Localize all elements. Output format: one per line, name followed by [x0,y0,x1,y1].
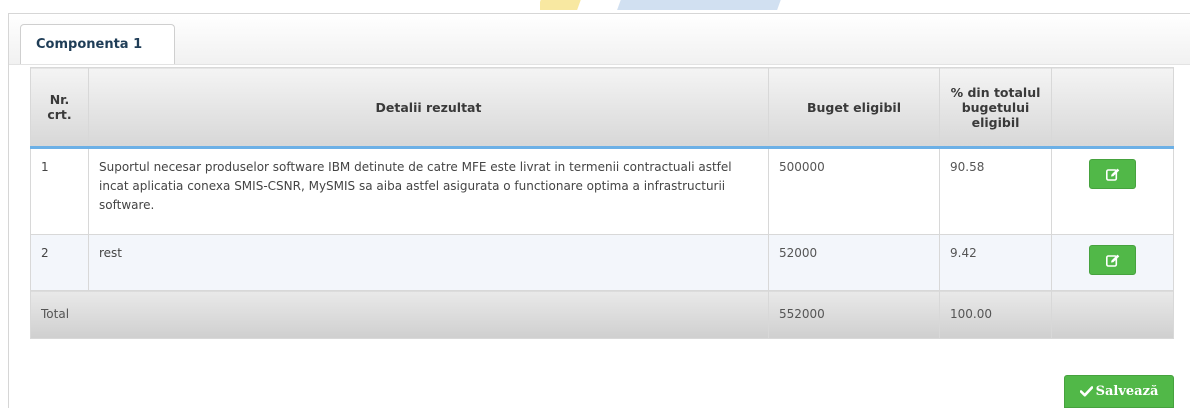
header-procent-buget: % din totalul bugetului eligibil [939,67,1052,149]
row-action-cell [1051,147,1174,235]
pencil-square-icon [1106,168,1120,181]
tab-componenta-1[interactable]: Componenta 1 [20,24,175,64]
save-button-label: Salvează [1095,384,1159,399]
row-details: Suportul necesar produselor software IBM… [88,147,769,235]
total-empty-cell [1051,290,1174,339]
save-button[interactable]: Salvează [1064,375,1174,408]
results-table: Nr. crt. Detalii rezultat Buget eligibil… [30,67,1174,339]
total-row: Total 552000 100.00 [30,290,1174,339]
row-nr: 2 [30,234,89,291]
header-detalii-rezultat: Detalii rezultat [88,67,769,149]
row-budget: 500000 [768,147,940,235]
table-row: 1 Suportul necesar produselor software I… [30,147,1174,235]
logo-strip [540,0,800,10]
table-row: 2 rest 52000 9.42 [30,234,1174,291]
header-buget-eligibil: Buget eligibil [768,67,940,149]
row-nr: 1 [30,147,89,235]
row-percent: 9.42 [939,234,1052,291]
check-icon [1079,386,1093,397]
row-percent: 90.58 [939,147,1052,235]
row-action-cell [1051,234,1174,291]
header-nr-crt: Nr. crt. [30,67,89,149]
pencil-square-icon [1106,254,1120,267]
row-budget: 52000 [768,234,940,291]
tab-bar: Componenta 1 [9,14,1190,65]
edit-button[interactable] [1089,245,1136,275]
table-header-row: Nr. crt. Detalii rezultat Buget eligibil… [30,67,1174,149]
row-details: rest [88,234,769,291]
total-budget: 552000 [768,290,940,339]
header-actions [1051,67,1174,149]
total-label: Total [30,290,769,339]
total-percent: 100.00 [939,290,1052,339]
edit-button[interactable] [1089,159,1136,189]
